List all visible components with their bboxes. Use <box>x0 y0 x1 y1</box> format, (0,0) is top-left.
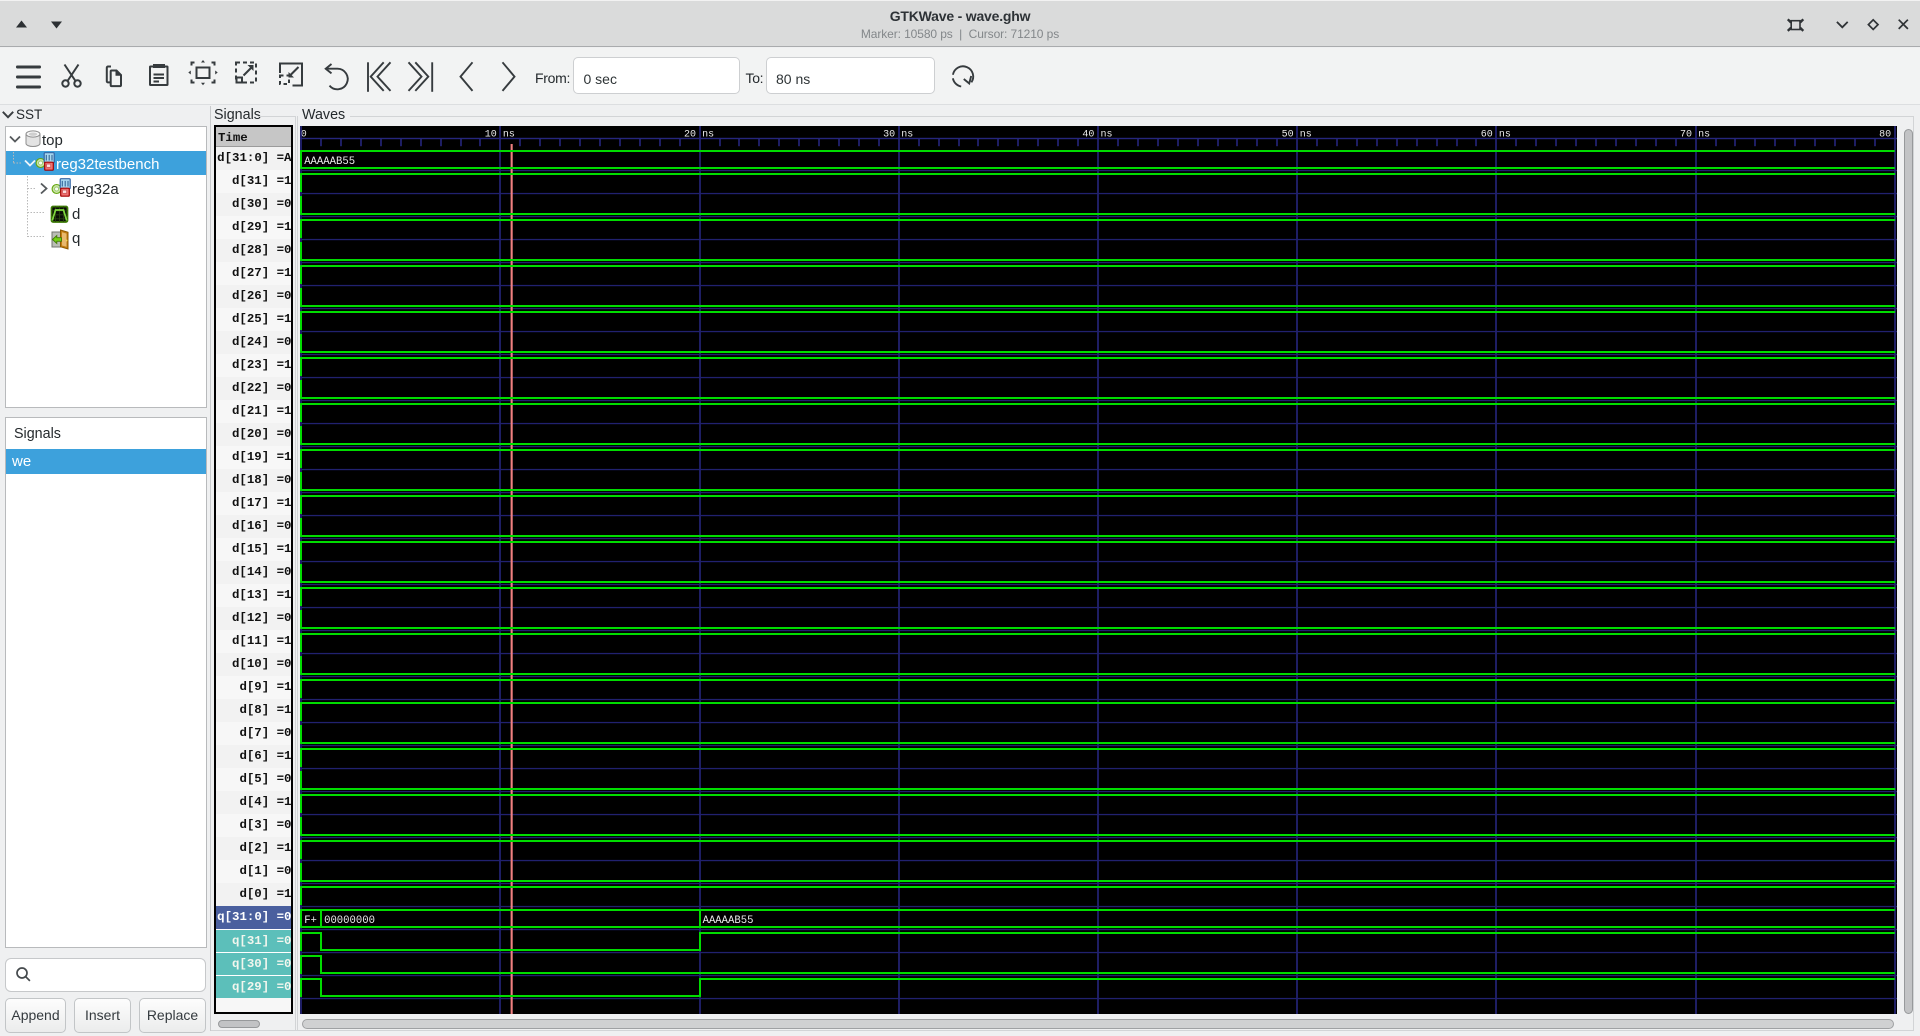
svg-text:F+: F+ <box>304 915 317 927</box>
svg-text:AAAAAB55: AAAAAB55 <box>304 156 355 168</box>
svg-text:00000000: 00000000 <box>324 915 375 927</box>
svg-text:AAAAAB55: AAAAAB55 <box>703 915 754 927</box>
